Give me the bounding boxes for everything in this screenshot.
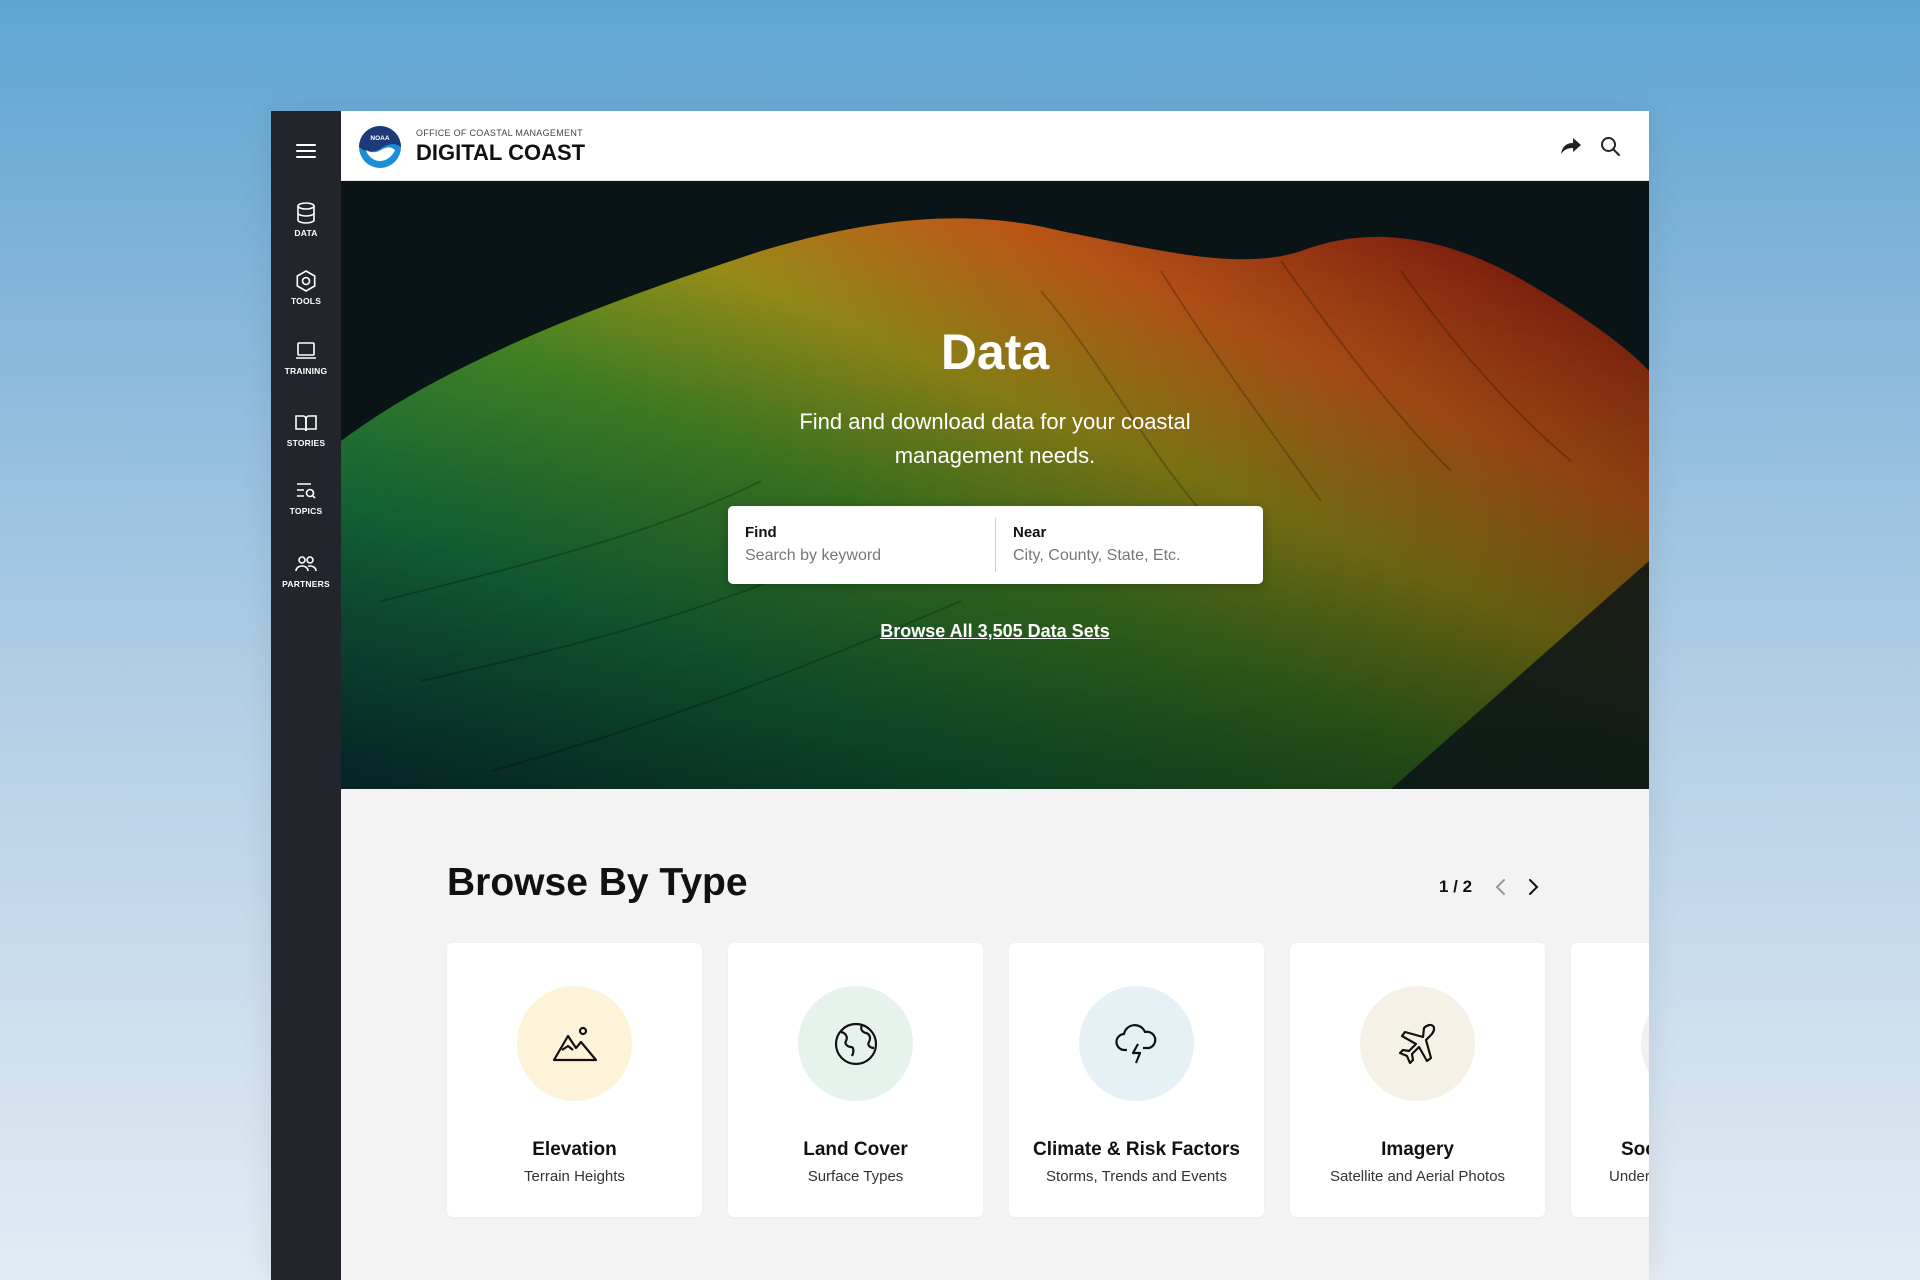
- top-bar: NOAA OFFICE OF COASTAL MANAGEMENT DIGITA…: [341, 111, 1649, 181]
- card-title: Climate & Risk Factors: [1033, 1139, 1240, 1160]
- card-subtitle: Under: [1609, 1168, 1649, 1185]
- card-elevation[interactable]: Elevation Terrain Heights: [447, 943, 702, 1217]
- card-icon-circle: [798, 986, 913, 1101]
- search-button[interactable]: [1597, 133, 1623, 159]
- open-book-icon: [295, 415, 317, 432]
- card-icon-circle: [1079, 986, 1194, 1101]
- chevron-left-icon: [1495, 879, 1506, 895]
- card-icon-circle: [517, 986, 632, 1101]
- find-field[interactable]: Find: [728, 506, 995, 584]
- sidebar-item-label: STORIES: [286, 438, 326, 448]
- hexagon-nut-icon: [296, 270, 316, 292]
- carousel-pager: 1 / 2: [1439, 874, 1552, 900]
- list-search-icon: [297, 483, 316, 499]
- airplane-icon: [1398, 1023, 1435, 1064]
- search-icon: [1601, 137, 1620, 156]
- hero-subtitle: Find and download data for your coastal …: [799, 409, 1191, 468]
- find-input[interactable]: [745, 547, 975, 565]
- globe-icon: [834, 1022, 877, 1065]
- svg-text:NOAA: NOAA: [370, 135, 389, 142]
- sidebar-item-topics[interactable]: TOPICS: [271, 479, 341, 516]
- hero-banner: Data Find and download data for your coa…: [341, 181, 1649, 789]
- sidebar-item-stories[interactable]: STORIES: [271, 411, 341, 448]
- section-title: Browse By Type: [447, 861, 748, 904]
- sidebar-item-training[interactable]: TRAINING: [271, 339, 341, 376]
- storm-cloud-icon: [1114, 1023, 1156, 1063]
- mountain-icon: [552, 1026, 597, 1061]
- card-subtitle: Satellite and Aerial Photos: [1329, 1168, 1506, 1185]
- sidebar-item-label: PARTNERS: [282, 579, 330, 589]
- card-climate-risk[interactable]: Climate & Risk Factors Storms, Trends an…: [1009, 943, 1264, 1217]
- card-imagery[interactable]: Imagery Satellite and Aerial Photos: [1290, 943, 1545, 1217]
- card-title: Imagery: [1381, 1139, 1454, 1160]
- laptop-icon: [296, 342, 316, 359]
- sidebar-item-label: TOPICS: [289, 506, 323, 516]
- near-field[interactable]: Near: [996, 506, 1263, 584]
- people-group-icon: [295, 556, 317, 572]
- sidebar-item-label: DATA: [294, 228, 318, 238]
- sidebar-item-label: TOOLS: [290, 296, 322, 306]
- database-icon: [297, 202, 315, 224]
- sidebar-item-data[interactable]: DATA: [271, 201, 341, 238]
- hero-title: Data: [940, 324, 1050, 380]
- next-button[interactable]: [1520, 874, 1546, 900]
- card-partial[interactable]: Soc Under: [1571, 943, 1649, 1217]
- card-icon-circle: [1641, 986, 1649, 1101]
- search-form: Find Near: [728, 506, 1263, 584]
- browse-all-link[interactable]: Browse All 3,505 Data Sets: [341, 621, 1649, 642]
- card-title: Elevation: [532, 1139, 617, 1160]
- card-land-cover[interactable]: Land Cover Surface Types: [728, 943, 983, 1217]
- sidebar-item-partners[interactable]: PARTNERS: [271, 552, 341, 589]
- menu-button[interactable]: [271, 133, 341, 169]
- near-label: Near: [1013, 524, 1047, 541]
- previous-button[interactable]: [1488, 874, 1514, 900]
- card-icon-circle: [1360, 986, 1475, 1101]
- card-subtitle: Surface Types: [807, 1168, 904, 1185]
- sidebar-item-label: TRAINING: [284, 366, 328, 376]
- hamburger-menu-icon: [296, 144, 316, 158]
- brand-subtitle: OFFICE OF COASTAL MANAGEMENT: [416, 128, 583, 138]
- sidebar-item-tools[interactable]: TOOLS: [271, 269, 341, 306]
- share-arrow-icon: [1561, 138, 1581, 154]
- pager-count: 1 / 2: [1439, 877, 1473, 896]
- app-window: DATA TOOLS TRAINING STORIES TOPICS PARTN…: [271, 111, 1649, 1280]
- terrain-hero-image: [341, 181, 1649, 789]
- card-title: Soc: [1621, 1139, 1649, 1160]
- sidebar: DATA TOOLS TRAINING STORIES TOPICS PARTN…: [271, 111, 341, 1280]
- near-input[interactable]: [1013, 547, 1243, 565]
- card-title: Land Cover: [803, 1139, 908, 1160]
- brand-title[interactable]: DIGITAL COAST: [416, 140, 585, 166]
- chevron-right-icon: [1529, 879, 1539, 895]
- noaa-logo[interactable]: NOAA: [357, 124, 403, 170]
- find-label: Find: [745, 524, 777, 541]
- card-subtitle: Terrain Heights: [524, 1168, 625, 1185]
- card-subtitle: Storms, Trends and Events: [1046, 1168, 1227, 1185]
- share-button[interactable]: [1558, 133, 1584, 159]
